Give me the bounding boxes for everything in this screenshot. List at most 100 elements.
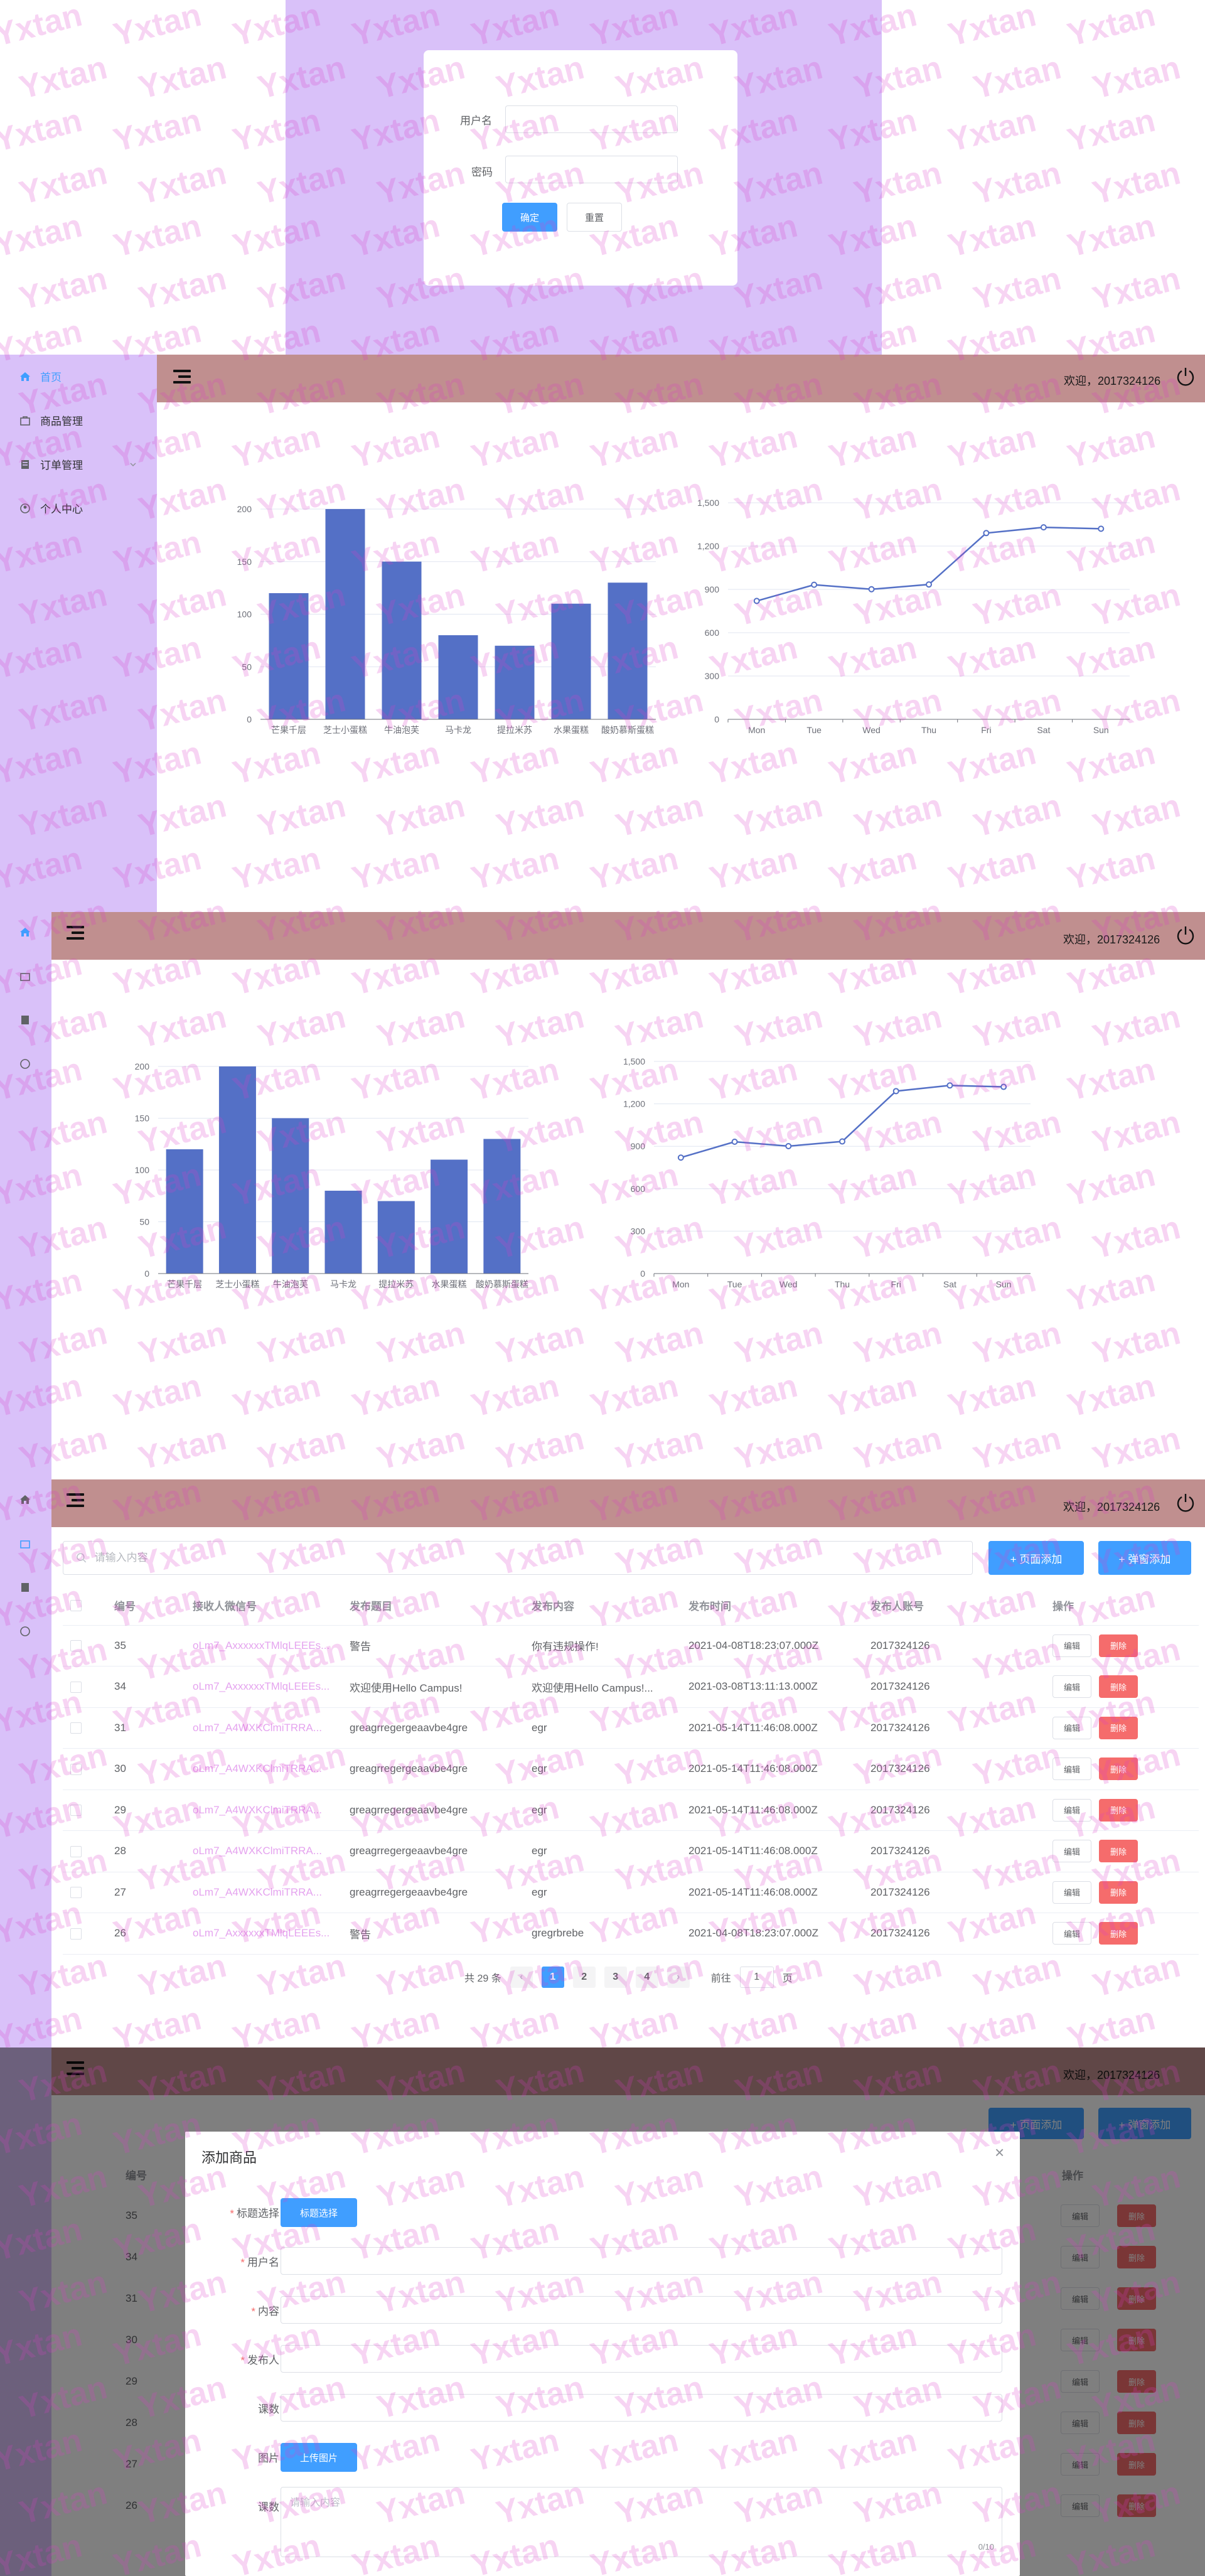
sidebar-item-orders[interactable]: 订单管理 bbox=[19, 456, 137, 472]
data-point bbox=[1040, 524, 1047, 531]
delete-button[interactable]: 删除 bbox=[1099, 1675, 1138, 1699]
select-cell bbox=[63, 1707, 107, 1749]
bar bbox=[495, 645, 535, 719]
select-all-checkbox[interactable] bbox=[70, 1600, 82, 1612]
delete-button[interactable]: 删除 bbox=[1099, 1881, 1138, 1904]
data-point bbox=[926, 581, 932, 588]
home-icon[interactable] bbox=[19, 926, 31, 938]
select-cell bbox=[63, 1625, 107, 1666]
goto-page-input[interactable]: 1 bbox=[739, 1967, 774, 1988]
row-title: greagrregergeaavbe4gre bbox=[342, 1790, 524, 1831]
power-icon[interactable] bbox=[1175, 366, 1196, 387]
password-input[interactable] bbox=[505, 156, 678, 183]
prev-page-button[interactable]: ‹ bbox=[510, 1967, 533, 1988]
page-add-button[interactable]: + 页面添加 bbox=[988, 1541, 1084, 1575]
form-input[interactable] bbox=[281, 2247, 1002, 2275]
upload-image-button[interactable]: 上传图片 bbox=[281, 2443, 357, 2472]
edit-button[interactable]: 编辑 bbox=[1052, 1716, 1091, 1739]
edit-button[interactable]: 编辑 bbox=[1052, 1798, 1091, 1822]
menu-toggle-icon[interactable] bbox=[173, 370, 191, 384]
page-button[interactable]: 3 bbox=[604, 1967, 627, 1988]
form-input[interactable] bbox=[281, 2345, 1002, 2373]
edit-button[interactable]: 编辑 bbox=[1052, 1634, 1091, 1657]
column-header: 发布人账号 bbox=[863, 1586, 1045, 1626]
delete-button[interactable]: 删除 bbox=[1099, 1716, 1138, 1739]
menu-toggle-icon[interactable] bbox=[67, 1493, 84, 1507]
bar bbox=[325, 509, 365, 719]
edit-button[interactable]: 编辑 bbox=[1052, 1758, 1091, 1781]
actions-cell: 编辑 删除 bbox=[1045, 1790, 1199, 1831]
edit-button[interactable]: 编辑 bbox=[1052, 1881, 1091, 1904]
row-checkbox[interactable] bbox=[70, 1845, 82, 1857]
reset-button[interactable]: 重置 bbox=[567, 203, 622, 232]
menu-toggle-icon[interactable] bbox=[67, 926, 84, 940]
row-checkbox[interactable] bbox=[70, 1681, 82, 1693]
x-tick-label: 芝士小蛋糕 bbox=[215, 1279, 259, 1289]
row-time: 2021-05-14T11:46:08.000Z bbox=[681, 1872, 863, 1913]
page-button[interactable]: 4 bbox=[635, 1967, 658, 1988]
select-cell bbox=[63, 1748, 107, 1790]
user-icon bbox=[20, 503, 30, 513]
data-point bbox=[677, 1154, 684, 1161]
row-checkbox[interactable] bbox=[70, 1722, 82, 1734]
home-icon[interactable] bbox=[19, 1493, 31, 1506]
dialog-add-button[interactable]: + 弹窗添加 bbox=[1098, 1541, 1191, 1575]
required-mark: * bbox=[230, 2208, 234, 2219]
confirm-button[interactable]: 确定 bbox=[502, 203, 557, 232]
page-button[interactable]: 1 bbox=[541, 1967, 564, 1988]
form-label-text: 内容 bbox=[258, 2305, 279, 2317]
row-checkbox[interactable] bbox=[70, 1640, 82, 1652]
user-icon[interactable] bbox=[19, 1625, 31, 1638]
row-checkbox[interactable] bbox=[70, 1928, 82, 1940]
user-icon[interactable] bbox=[19, 1058, 31, 1070]
order-icon[interactable] bbox=[19, 1581, 31, 1594]
data-point bbox=[811, 581, 818, 588]
edit-button[interactable]: 编辑 bbox=[1052, 1840, 1091, 1863]
search-input[interactable] bbox=[94, 1552, 972, 1564]
form-input[interactable] bbox=[281, 2296, 1002, 2324]
delete-button[interactable]: 删除 bbox=[1099, 1758, 1138, 1781]
order-icon[interactable] bbox=[19, 1014, 31, 1026]
delete-button[interactable]: 删除 bbox=[1099, 1798, 1138, 1822]
goods-icon[interactable] bbox=[19, 970, 31, 982]
row-account: 2017324126 bbox=[863, 1748, 1045, 1790]
edit-button[interactable]: 编辑 bbox=[1052, 1675, 1091, 1699]
page-suffix: 页 bbox=[782, 1973, 793, 1984]
x-tick-label: Sun bbox=[1093, 725, 1109, 735]
row-id: 29 bbox=[107, 1790, 185, 1831]
username-input[interactable] bbox=[505, 105, 678, 133]
delete-button[interactable]: 删除 bbox=[1099, 1634, 1138, 1657]
sidebar-item-home[interactable]: 首页 bbox=[19, 368, 62, 384]
sidebar-item-profile[interactable]: 个人中心 bbox=[19, 500, 83, 516]
pagination: 共 29 条 ‹ 1 2 3 4 › 前往 1 页 bbox=[464, 1967, 793, 1988]
form-input[interactable] bbox=[281, 2394, 1002, 2422]
x-tick-label: 水果蛋糕 bbox=[554, 725, 589, 735]
close-icon[interactable]: × bbox=[995, 2143, 1004, 2162]
power-icon[interactable] bbox=[1175, 1492, 1196, 1513]
goods-icon[interactable] bbox=[19, 1537, 31, 1550]
row-checkbox[interactable] bbox=[70, 1805, 82, 1817]
bar bbox=[272, 1118, 309, 1274]
sidebar-collapsed bbox=[0, 912, 51, 1479]
next-page-button[interactable]: › bbox=[667, 1967, 690, 1988]
row-checkbox[interactable] bbox=[70, 1763, 82, 1775]
delete-button[interactable]: 删除 bbox=[1099, 1922, 1138, 1945]
table-header: 编号 接收人微信号 发布题目 发布内容 发布时间 发布人账号 操作 bbox=[63, 1586, 1199, 1626]
row-checkbox[interactable] bbox=[70, 1887, 82, 1899]
actions-cell: 编辑 删除 bbox=[1045, 1707, 1199, 1749]
row-title: 警告 bbox=[342, 1913, 524, 1955]
select-cell bbox=[63, 1830, 107, 1872]
form-textarea[interactable]: 请输入内容 0/10 bbox=[281, 2487, 1002, 2557]
header-bar: 欢迎，2017324126 bbox=[157, 355, 1205, 402]
delete-button[interactable]: 删除 bbox=[1099, 1840, 1138, 1863]
row-account: 2017324126 bbox=[863, 1872, 1045, 1913]
edit-button[interactable]: 编辑 bbox=[1052, 1922, 1091, 1945]
y-tick-label: 0 bbox=[640, 1269, 645, 1279]
title-select-button[interactable]: 标题选择 bbox=[281, 2198, 357, 2227]
y-tick-label: 50 bbox=[242, 662, 252, 672]
x-tick-label: 马卡龙 bbox=[445, 725, 471, 735]
power-icon[interactable] bbox=[1175, 925, 1196, 946]
sidebar-item-goods[interactable]: 商品管理 bbox=[19, 412, 83, 428]
page-button[interactable]: 2 bbox=[572, 1967, 596, 1988]
row-wechat: oLm7_A4WXKClmiTRRA... bbox=[185, 1790, 342, 1831]
